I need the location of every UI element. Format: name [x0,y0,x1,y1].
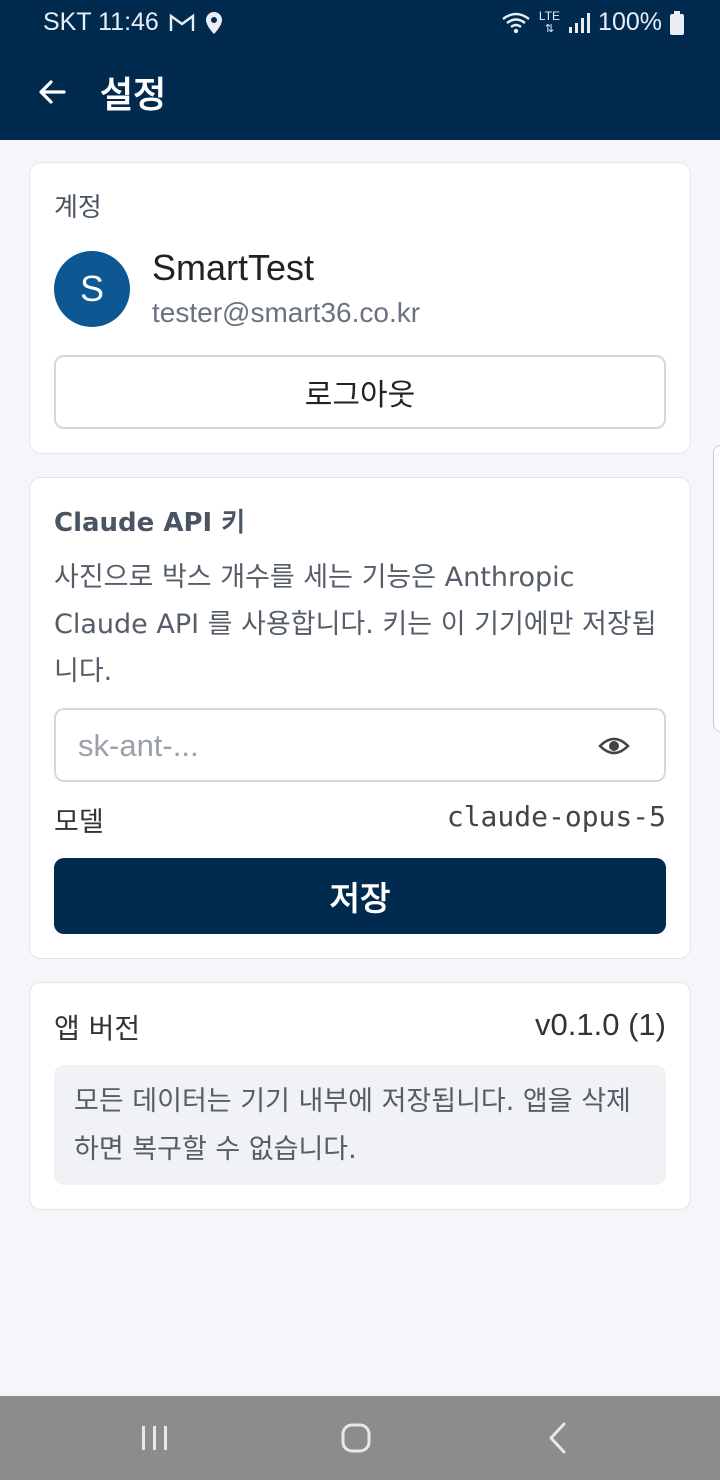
app-version-card: 앱 버전 v0.1.0 (1) 모든 데이터는 기기 내부에 저장됩니다. 앱을… [29,982,691,1210]
user-email: tester@smart36.co.kr [152,297,421,328]
api-key-input[interactable] [76,722,580,770]
version-value: v0.1.0 (1) [535,1007,666,1042]
data-notice: 모든 데이터는 기기 내부에 저장됩니다. 앱을 삭제하면 복구할 수 없습니다… [54,1065,666,1185]
api-key-field[interactable] [54,708,666,782]
eye-icon[interactable] [598,732,630,760]
battery-percent: 100% [598,8,662,36]
signal-icon [569,12,591,33]
save-button[interactable]: 저장 [54,858,666,934]
edge-panel-handle[interactable] [713,445,720,732]
lte-icon: LTE ⇅ [538,9,561,35]
avatar-letter: S [79,268,104,309]
back-button[interactable] [32,71,74,113]
api-description: 사진으로 박스 개수를 세는 기능은 Anthropic Claude API … [54,562,657,687]
logout-button[interactable]: 로그아웃 [54,355,666,429]
navigation-bar [0,1396,720,1480]
version-label: 앱 버전 [54,1012,141,1045]
app-bar: 설정 [0,44,720,140]
model-label: 모델 [54,807,104,838]
gmail-icon [169,13,195,31]
lte-label: LTE [538,9,561,23]
logout-label: 로그아웃 [304,378,416,413]
account-section-title: 계정 [54,193,102,223]
user-name: SmartTest [152,247,315,288]
location-icon [205,11,222,34]
carrier-time: SKT 11:46 [43,8,159,36]
api-section-title: Claude API 키 [54,508,246,538]
api-key-card: Claude API 키 사진으로 박스 개수를 세는 기능은 Anthropi… [29,477,691,959]
avatar: S [54,251,130,327]
page-title: 설정 [100,75,167,116]
model-value: claude-opus-5 [446,800,666,833]
recent-apps-icon[interactable] [133,1416,177,1460]
battery-icon [670,10,684,35]
save-label: 저장 [329,879,391,918]
arrow-left-icon [39,80,66,104]
back-icon[interactable] [536,1416,580,1460]
account-card: 계정 S SmartTest tester@smart36.co.kr 로그아웃 [29,162,691,454]
wifi-icon [502,12,530,33]
home-icon[interactable] [334,1416,378,1460]
status-bar: SKT 11:46 LTE ⇅ 100% [0,0,720,44]
